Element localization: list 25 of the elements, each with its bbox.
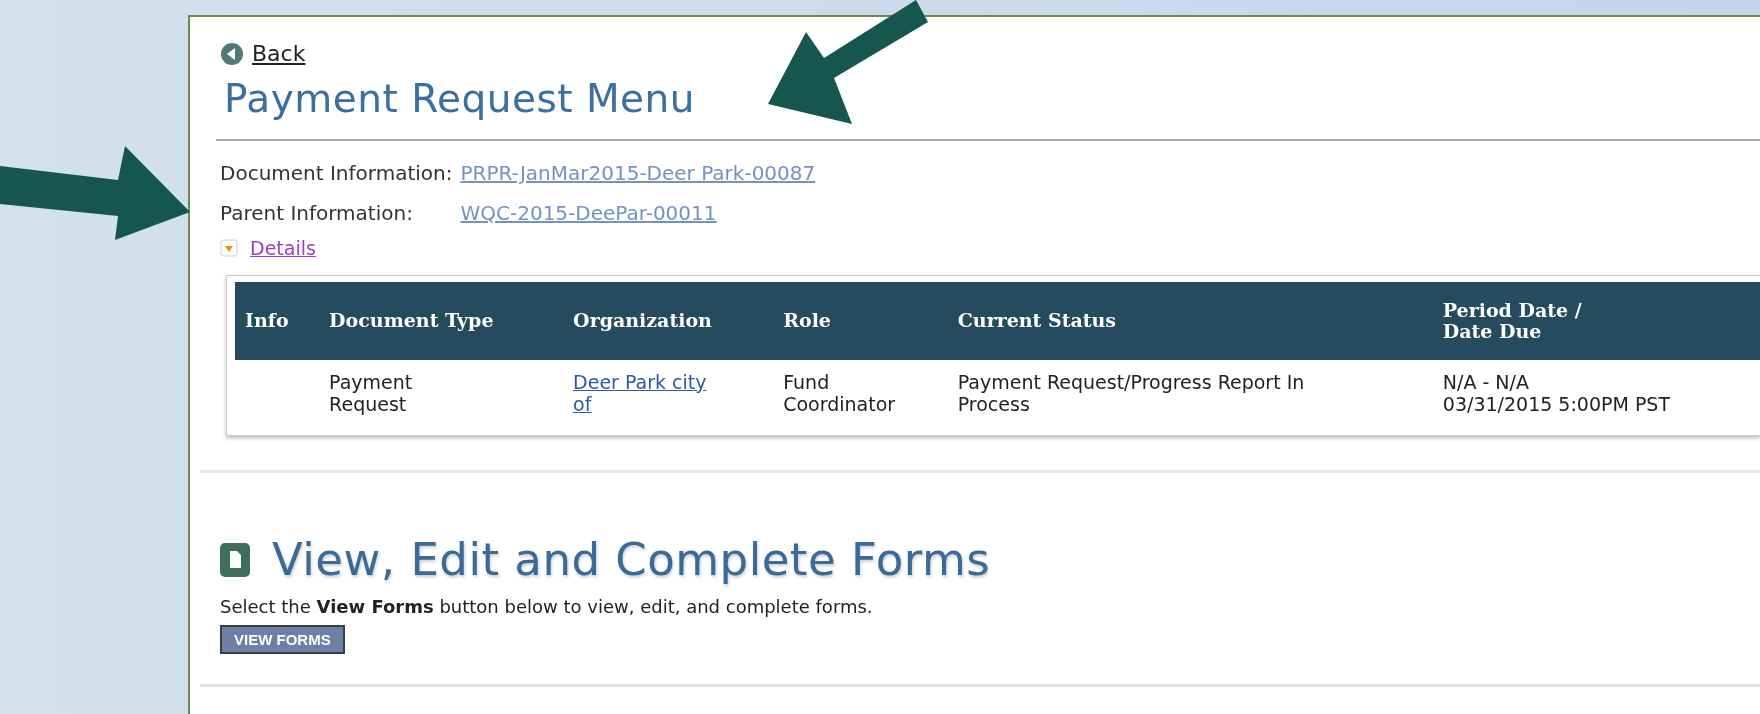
expand-icon[interactable] bbox=[220, 239, 238, 257]
instruction-text: Select the View Forms button below to view, edit, and complete forms. bbox=[220, 596, 874, 618]
document-link[interactable]: PRPR-JanMar2015-Deer Park-00087 bbox=[460, 161, 816, 185]
document-icon bbox=[220, 542, 250, 577]
table-cell: Payment Request/Progress Report In Process bbox=[947, 359, 1433, 428]
column-header: Organization bbox=[563, 282, 774, 360]
organization-link[interactable]: Deer Park city of bbox=[573, 371, 707, 416]
column-header: Current Status bbox=[947, 282, 1433, 360]
column-header: Document Type bbox=[319, 282, 564, 360]
back-icon[interactable] bbox=[220, 41, 244, 66]
details-link[interactable]: Details bbox=[250, 237, 316, 259]
info-label: Parent Information: bbox=[220, 201, 414, 225]
arrow-icon bbox=[768, 0, 928, 124]
column-header: Info bbox=[235, 282, 320, 360]
view-forms-button[interactable]: VIEW FORMS bbox=[220, 625, 345, 655]
table-cell: Payment Request bbox=[319, 359, 564, 428]
column-header: Role bbox=[773, 282, 948, 360]
document-link[interactable]: WQC-2015-DeePar-00011 bbox=[460, 201, 816, 225]
section-heading: View, Edit and Complete Forms bbox=[272, 533, 991, 587]
table-cell: Fund Coordinator bbox=[773, 359, 948, 428]
page-title: Payment Request Menu bbox=[224, 76, 697, 121]
column-header: Period Date / Date Due bbox=[1432, 282, 1760, 360]
back-link[interactable]: Back bbox=[252, 41, 306, 66]
table-cell: N/A - N/A 03/31/2015 5:00PM PST bbox=[1432, 359, 1760, 428]
info-label: Document Information: bbox=[220, 161, 453, 185]
